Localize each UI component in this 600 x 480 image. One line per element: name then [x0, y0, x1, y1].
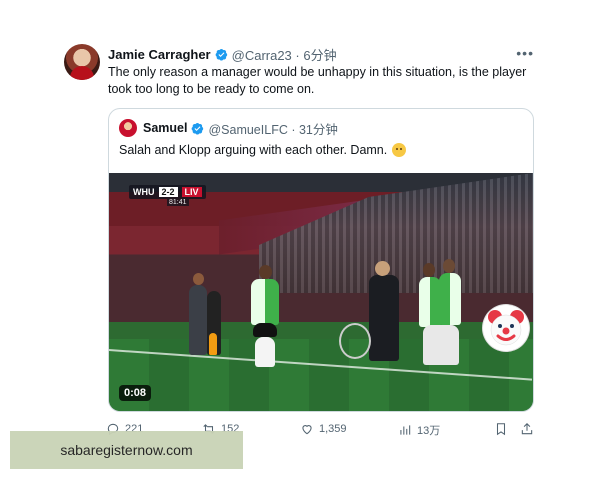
watermark-text: sabaregisternow.com	[60, 442, 193, 458]
quoted-tweet-header: Samuel @SamueILFC · 31分钟	[119, 119, 338, 138]
match-score: 2-2	[158, 187, 178, 197]
figure-klopp	[369, 275, 399, 361]
like-button[interactable]: 1,359	[300, 422, 347, 436]
quoted-tweet-text: Salah and Klopp arguing with each other.…	[119, 143, 407, 157]
figure-salah-shorts	[253, 323, 277, 337]
video-player[interactable]: WHU 2-2 LIV 81:41 0:08	[109, 173, 533, 411]
crowd-stands	[259, 173, 533, 293]
grimacing-face-emoji-icon	[392, 143, 407, 157]
watermark-banner: sabaregisternow.com	[10, 431, 243, 469]
figure-official-head	[193, 273, 204, 285]
bookmark-button[interactable]	[494, 422, 513, 436]
scorebug: WHU 2-2 LIV	[129, 185, 206, 199]
tweet-card[interactable]: Jamie Carragher @Carra23 · 6分钟 ••• The o…	[0, 0, 600, 480]
figure-official	[189, 285, 207, 355]
quoted-tweet-text-content: Salah and Klopp arguing with each other.…	[119, 143, 388, 157]
figure-player-2-head	[423, 263, 435, 277]
like-count: 1,359	[319, 423, 347, 435]
author-handle-time[interactable]: @Carra23 · 6分钟	[232, 45, 337, 64]
home-team: WHU	[133, 187, 155, 197]
figure-salah-head	[259, 265, 272, 279]
more-icon[interactable]: •••	[516, 45, 534, 61]
figure-player-3-head	[443, 259, 455, 273]
figure-player-legs	[423, 325, 459, 365]
views-icon	[400, 425, 411, 435]
tweet-header: Jamie Carragher @Carra23 · 6分钟	[108, 45, 337, 63]
figure-wheelchair	[339, 323, 371, 359]
view-count: 13万	[417, 425, 441, 437]
away-team: LIV	[181, 187, 202, 197]
share-button[interactable]	[520, 422, 539, 436]
heart-icon	[302, 425, 312, 435]
figure-salah	[251, 279, 279, 325]
quoted-author-handle-time[interactable]: @SamueILFC · 31分钟	[208, 119, 337, 138]
quoted-tweet[interactable]: Samuel @SamueILFC · 31分钟 Salah and Klopp…	[108, 108, 534, 412]
author-avatar[interactable]	[64, 44, 100, 80]
figure-klopp-head	[375, 261, 390, 276]
tweet-text: The only reason a manager would be unhap…	[108, 65, 527, 96]
verified-badge-icon	[215, 48, 228, 61]
bookmark-icon	[496, 423, 506, 436]
share-icon	[521, 423, 533, 435]
quoted-author-avatar[interactable]	[119, 119, 137, 137]
figure-player-2	[419, 277, 441, 327]
clown-face-emoji-icon	[483, 305, 529, 351]
views-button[interactable]: 13万	[398, 422, 440, 438]
quoted-author-name[interactable]: Samuel	[143, 121, 187, 135]
video-duration: 0:08	[119, 385, 152, 401]
figure-salah-legs	[255, 337, 275, 367]
figure-flag	[209, 333, 217, 355]
figure-player-3	[439, 273, 461, 325]
match-clock: 81:41	[167, 199, 189, 206]
verified-badge-icon	[191, 122, 204, 135]
author-name[interactable]: Jamie Carragher	[108, 47, 211, 62]
